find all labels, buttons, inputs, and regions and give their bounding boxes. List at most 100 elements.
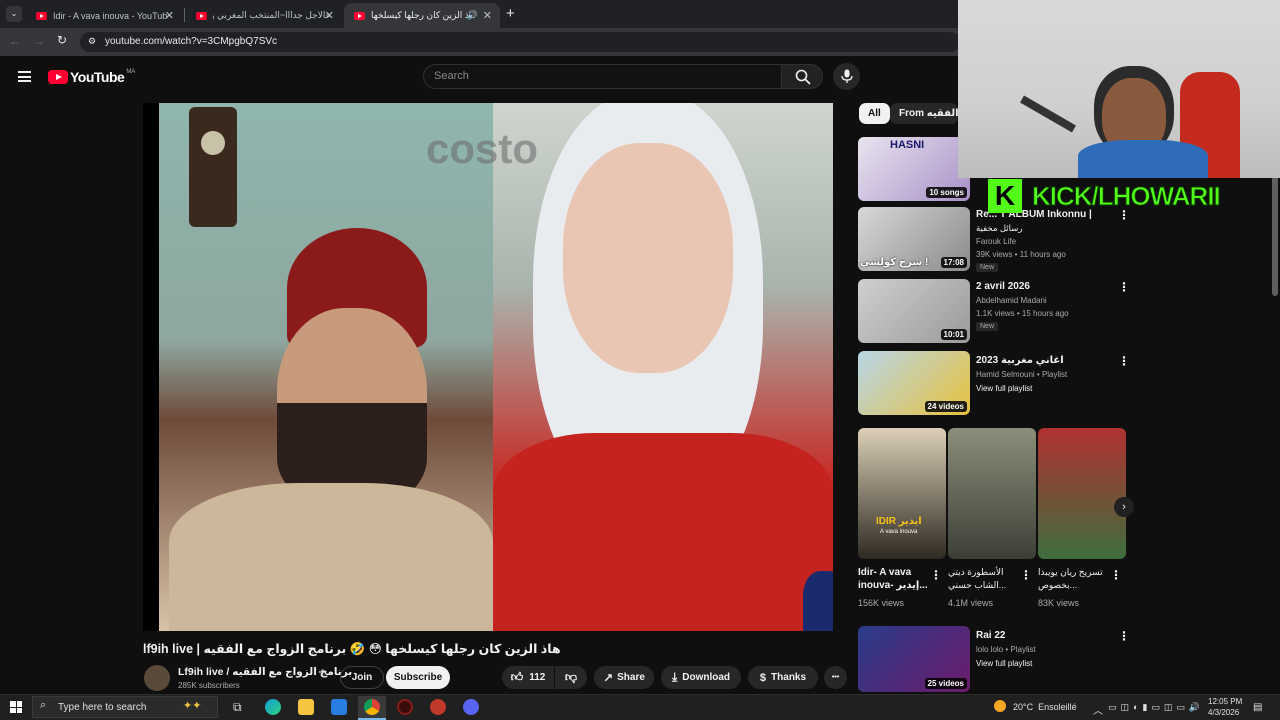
tray-app-icons[interactable]: ▭◫◐▮▭◫▭🔊 (1108, 702, 1204, 713)
tab-idir[interactable]: Idir - A vava inouva - YouTube ✕ (26, 3, 182, 28)
like-button[interactable]: 👍︎ 112 (502, 666, 554, 689)
short-views: 83K views (1038, 598, 1080, 608)
close-tab-icon[interactable]: ✕ (483, 9, 492, 22)
wall-clock-shape (189, 107, 237, 227)
channel-name[interactable]: Lf9ih live / برنامج الزواج مع الفقيه (178, 666, 352, 678)
channel-name[interactable]: lolo lolo • Playlist (976, 645, 1036, 654)
download-button[interactable]: ⤓ Download (661, 666, 741, 689)
tab-title: Idir - A vava inouva - YouTube (53, 10, 168, 21)
reload-icon[interactable]: ↻ (57, 33, 67, 47)
sidebar-thumbnail[interactable]: 25 videos (858, 626, 970, 692)
duration-badge: 10 songs (926, 187, 967, 198)
youtube-favicon-icon (36, 11, 47, 20)
site-info-icon[interactable]: ⚙ (88, 36, 96, 47)
shelf-next-button[interactable]: › (1114, 497, 1134, 517)
youtube-favicon-icon (354, 11, 365, 20)
url-text[interactable]: youtube.com/watch?v=3CMpgbQ7SVc (105, 36, 277, 47)
download-label: Download (682, 672, 731, 683)
video-left-panel (159, 103, 493, 631)
subscribe-button[interactable]: Subscribe (386, 666, 450, 689)
subscribe-label: Subscribe (393, 672, 443, 683)
thanks-label: Thanks (771, 672, 807, 683)
video-title[interactable]: Rai 22 (976, 630, 1005, 641)
more-options-icon[interactable]: ⋮ (930, 568, 942, 582)
tab-current-video[interactable]: هاذ الزين كان رجلها كيسلخها 🔊 ✕ (344, 3, 500, 28)
more-options-icon[interactable]: ⋮ (1110, 568, 1122, 582)
discord-icon[interactable] (463, 699, 479, 715)
sidebar-thumbnail[interactable]: شرح كولشي ! 17:08 (858, 207, 970, 271)
playlist-link[interactable]: View full playlist (976, 384, 1032, 393)
short-title[interactable]: Idir- A vava inouva- إيدير... (858, 566, 928, 592)
search-icon (795, 69, 811, 85)
audio-playing-icon[interactable]: 🔊 (467, 10, 478, 21)
share-label: Share (617, 672, 645, 683)
video-title[interactable]: اغاني مغربية 2023 (976, 355, 1064, 366)
thanks-button[interactable]: $ Thanks (748, 666, 818, 689)
channel-name[interactable]: Abdelhamid Madani (976, 296, 1047, 305)
more-options-icon[interactable]: ⋮ (1118, 354, 1130, 368)
share-button[interactable]: ↗ Share (594, 666, 654, 689)
obs-icon[interactable] (397, 699, 413, 715)
more-options-icon[interactable]: ⋮ (1020, 568, 1032, 582)
dislike-button[interactable]: 👎︎ (555, 666, 587, 689)
short-views: 156K views (858, 598, 905, 608)
youtube-logo[interactable]: YouTube MA (48, 68, 135, 86)
voice-search-button[interactable] (833, 63, 860, 90)
notifications-icon[interactable]: ▤ (1253, 702, 1262, 713)
weather-text[interactable]: 20°C Ensoleillé (1013, 702, 1077, 712)
chip-label: All (868, 108, 881, 119)
clock-date[interactable]: 4/3/2026 (1208, 708, 1239, 717)
new-badge: New (976, 263, 999, 272)
short-thumbnail[interactable]: IDIR ايدير A vava inouva (858, 428, 946, 559)
playlist-link[interactable]: View full playlist (976, 659, 1032, 668)
download-icon: ⤓ (671, 670, 678, 684)
short-title[interactable]: تسريح ريان يويبدا بخصوص... (1038, 566, 1108, 592)
back-icon[interactable]: ← (9, 34, 21, 48)
duration-badge: 24 videos (924, 401, 967, 412)
more-options-icon[interactable]: ⋮ (1118, 629, 1130, 643)
task-view-icon[interactable]: ⧉ (233, 700, 242, 715)
sidebar-thumbnail[interactable]: 10:01 (858, 279, 970, 343)
close-tab-icon[interactable]: ✕ (165, 9, 174, 22)
join-button[interactable]: Join (340, 666, 384, 689)
red-dress-shape (493, 433, 833, 631)
tab-moroccan-team[interactable]: عالاجل جدااا~المنتخب المغربي و ✕ (186, 3, 342, 28)
search-button[interactable] (781, 64, 823, 89)
short-thumbnail[interactable] (948, 428, 1036, 559)
tab-list-dropdown-icon[interactable]: ⌄ (6, 6, 22, 22)
taskbar-search-box[interactable]: ⌕ Type here to search ✦✦ (32, 696, 218, 718)
mail-icon[interactable] (331, 699, 347, 715)
subscriber-count: 285K subscribers (178, 681, 240, 690)
share-icon: ↗ (603, 670, 614, 685)
chrome-icon[interactable] (364, 699, 380, 715)
forward-icon[interactable]: → (33, 34, 45, 48)
tray-overflow-icon[interactable]: ︿ (1093, 702, 1103, 717)
video-title[interactable]: 2 avril 2026 (976, 281, 1030, 292)
file-explorer-icon[interactable] (298, 699, 314, 715)
chip-from-channel[interactable]: From برنامج الزواج مع الفقيه (890, 103, 958, 124)
more-options-icon[interactable]: ⋮ (1118, 280, 1130, 294)
sidebar-thumbnail[interactable]: HASNI 10 songs (858, 137, 970, 201)
video-player[interactable]: costo (143, 103, 833, 631)
streamer-shirt-shape (1078, 140, 1208, 178)
short-thumb-text: IDIR ايدير (876, 516, 922, 527)
close-tab-icon[interactable]: ✕ (325, 9, 334, 22)
more-actions-button[interactable]: ••• (824, 666, 847, 689)
edge-icon[interactable] (265, 699, 281, 715)
channel-name[interactable]: Farouk Life (976, 237, 1016, 246)
short-title[interactable]: الأسطورة ديتي الشاب حسني... (948, 566, 1018, 592)
search-input[interactable] (423, 64, 781, 89)
channel-avatar[interactable] (144, 665, 170, 691)
new-tab-button[interactable]: + (506, 5, 515, 22)
sidebar-thumbnail[interactable]: 24 videos (858, 351, 970, 415)
short-thumbnail[interactable] (1038, 428, 1126, 559)
video-title-line2[interactable]: رسائل مخفية (976, 223, 1022, 234)
taskbar-search-placeholder: Type here to search (58, 702, 147, 713)
chip-all[interactable]: All (859, 103, 890, 124)
hamburger-menu-icon[interactable] (18, 71, 31, 82)
verified-icon: ✔ (318, 667, 325, 676)
windows-start-icon[interactable] (10, 701, 22, 713)
channel-name[interactable]: Hamid Selmouni • Playlist (976, 370, 1067, 379)
clock-time[interactable]: 12:05 PM (1208, 697, 1242, 706)
recorder-icon[interactable] (430, 699, 446, 715)
